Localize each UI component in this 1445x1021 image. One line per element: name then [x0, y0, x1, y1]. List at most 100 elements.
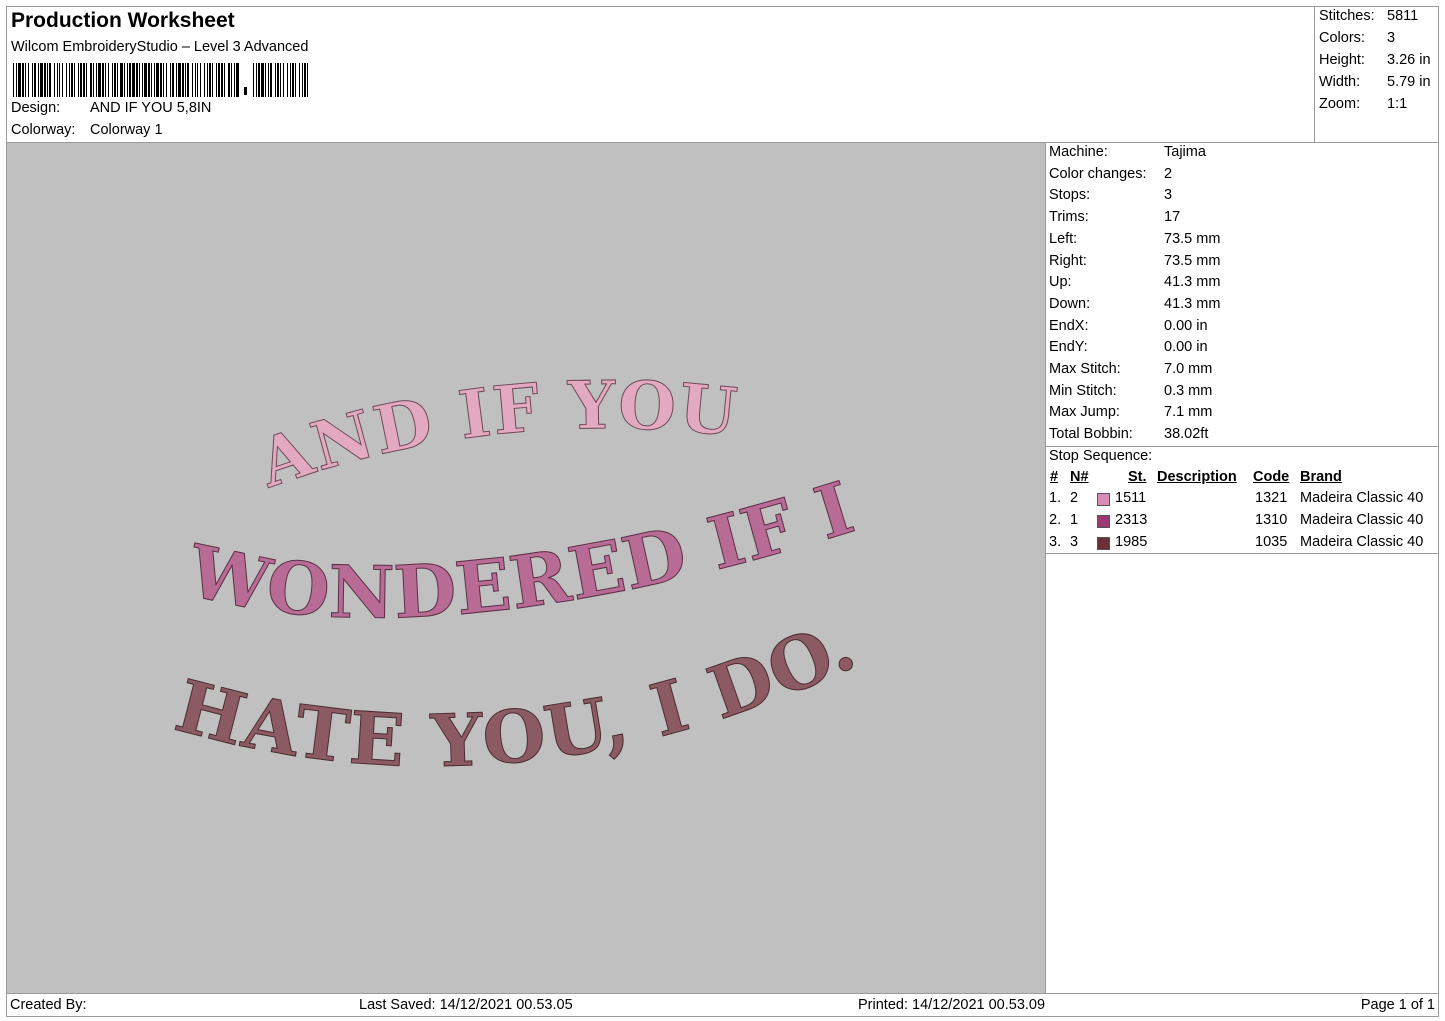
- machine-info-value: 38.02ft: [1164, 426, 1209, 443]
- machine-info-label: Stops:: [1049, 187, 1091, 204]
- stop-brand: Madeira Classic 40: [1300, 490, 1424, 506]
- machine-info-row: Up: 41.3 mm: [1049, 274, 1220, 290]
- design-value: AND IF YOU 5,8IN: [90, 100, 212, 116]
- column-header-description: Description: [1157, 469, 1237, 485]
- stop-row: 2. 1 2313 1310 Madeira Classic 40: [1046, 512, 1438, 534]
- stop-row: 1. 2 1511 1321 Madeira Classic 40: [1046, 490, 1438, 512]
- summary-label: Colors:: [1319, 30, 1365, 46]
- colorway-label: Colorway:: [11, 122, 76, 138]
- machine-info-value: 73.5 mm: [1164, 230, 1221, 247]
- stop-sequence-title: Stop Sequence:: [1049, 448, 1153, 464]
- machine-info-label: Right:: [1049, 252, 1087, 269]
- design-label: Design:: [11, 100, 61, 116]
- embroidery-line-1: AND IF YOU: [248, 366, 742, 503]
- machine-info-label: Left:: [1049, 230, 1078, 247]
- page-number: Page 1 of 1: [1360, 997, 1435, 1013]
- summary-row: Stitches: 5811: [1319, 8, 1418, 24]
- machine-info-row: Max Jump: 7.1 mm: [1049, 404, 1212, 420]
- stop-index: 1.: [1049, 490, 1062, 506]
- stop-stitches: 2313: [1115, 512, 1148, 528]
- stop-needle: 1: [1070, 512, 1079, 528]
- software-name: Wilcom EmbroideryStudio – Level 3 Advanc…: [11, 39, 309, 55]
- summary-panel: Stitches: 5811 Colors: 3 Height: 3.26 in Wi…: [1314, 6, 1439, 143]
- divider: [1046, 446, 1438, 447]
- printed-date: Printed: 14/12/2021 00.53.09: [858, 997, 1046, 1013]
- machine-info-value: 0.00 in: [1164, 317, 1208, 334]
- created-by: Created By:: [10, 997, 87, 1013]
- summary-row: Colors: 3: [1319, 30, 1395, 46]
- machine-info-label: Color changes:: [1049, 165, 1147, 182]
- summary-label: Width:: [1319, 74, 1361, 90]
- summary-label: Zoom:: [1319, 96, 1361, 112]
- machine-info-row: Machine: Tajima: [1049, 144, 1206, 160]
- machine-info-label: EndY:: [1049, 339, 1088, 356]
- page-title: Production Worksheet: [11, 9, 235, 32]
- design-preview: AND IF YOU WONDERED IF I HATE YOU, I DO.: [6, 142, 1046, 994]
- thread-color-swatch: [1097, 515, 1110, 528]
- stop-code: 1321: [1255, 490, 1288, 506]
- embroidery-artwork: AND IF YOU WONDERED IF I HATE YOU, I DO.: [167, 365, 869, 784]
- embroidery-text: AND IF YOU: [248, 365, 741, 503]
- machine-info-label: Down:: [1049, 295, 1091, 312]
- machine-info-row: Trims: 17: [1049, 209, 1180, 225]
- machine-info-row: Down: 41.3 mm: [1049, 296, 1220, 312]
- machine-info-value: 2: [1164, 165, 1173, 182]
- stop-stitches: 1985: [1115, 534, 1148, 550]
- machine-info-value: 0.3 mm: [1164, 382, 1213, 399]
- stop-index: 2.: [1049, 512, 1062, 528]
- machine-info-row: Min Stitch: 0.3 mm: [1049, 383, 1212, 399]
- summary-row: Width: 5.79 in: [1319, 74, 1431, 90]
- thread-color-swatch: [1097, 493, 1110, 506]
- column-header-stitches: St.: [1128, 469, 1147, 485]
- summary-value: 3: [1387, 30, 1396, 46]
- machine-info-row: Color changes: 2: [1049, 166, 1172, 182]
- summary-row: Height: 3.26 in: [1319, 52, 1431, 68]
- divider: [1046, 553, 1438, 554]
- machine-info-value: 41.3 mm: [1164, 274, 1221, 291]
- summary-value: 3.26 in: [1387, 52, 1431, 68]
- barcode-image: [13, 63, 308, 97]
- machine-info-row: EndY: 0.00 in: [1049, 339, 1208, 355]
- machine-info-label: Min Stitch:: [1049, 382, 1117, 399]
- column-header-brand: Brand: [1300, 469, 1342, 485]
- thread-color-swatch: [1097, 537, 1110, 550]
- design-row: Design: AND IF YOU 5,8IN: [11, 100, 211, 116]
- summary-label: Height:: [1319, 52, 1365, 68]
- worksheet-footer: Created By: Last Saved: 14/12/2021 00.53…: [6, 993, 1439, 1017]
- summary-value: 5.79 in: [1387, 74, 1431, 90]
- machine-info-row: Max Stitch: 7.0 mm: [1049, 361, 1212, 377]
- machine-info-value: 73.5 mm: [1164, 252, 1221, 269]
- summary-label: Stitches:: [1319, 8, 1375, 24]
- summary-row: Zoom: 1:1: [1319, 96, 1407, 112]
- machine-info-value: Tajima: [1164, 144, 1206, 160]
- machine-info-value: 3: [1164, 187, 1173, 204]
- column-header-needle: N#: [1070, 469, 1089, 485]
- machine-info-row: Stops: 3: [1049, 187, 1172, 203]
- machine-info-label: Max Jump:: [1049, 404, 1120, 421]
- machine-info-value: 41.3 mm: [1164, 295, 1221, 312]
- machine-info-value: 7.1 mm: [1164, 404, 1213, 421]
- machine-info-value: 0.00 in: [1164, 339, 1208, 356]
- machine-info-label: Max Stitch:: [1049, 361, 1121, 377]
- stop-stitches: 1511: [1115, 490, 1147, 506]
- machine-info-value: 17: [1164, 209, 1181, 226]
- last-saved: Last Saved: 14/12/2021 00.53.05: [359, 997, 573, 1013]
- stop-needle: 3: [1070, 534, 1079, 550]
- machine-info-row: Right: 73.5 mm: [1049, 253, 1220, 269]
- column-header-index: #: [1050, 469, 1059, 485]
- stop-index: 3.: [1049, 534, 1062, 550]
- stop-brand: Madeira Classic 40: [1300, 512, 1424, 528]
- machine-info-label: Machine:: [1049, 144, 1108, 160]
- summary-value: 1:1: [1387, 96, 1408, 112]
- colorway-row: Colorway: Colorway 1: [11, 122, 163, 138]
- machine-info-row: Left: 73.5 mm: [1049, 231, 1220, 247]
- stop-needle: 2: [1070, 490, 1079, 506]
- machine-info-row: EndX: 0.00 in: [1049, 318, 1208, 334]
- embroidery-text: HATE YOU, I DO.: [167, 601, 867, 784]
- machine-info-label: Trims:: [1049, 209, 1089, 226]
- machine-info-row: Total Bobbin: 38.02ft: [1049, 426, 1208, 442]
- machine-info-label: EndX:: [1049, 317, 1089, 334]
- stop-code: 1310: [1255, 512, 1288, 528]
- embroidery-line-3: HATE YOU, I DO.: [168, 601, 869, 783]
- machine-info-label: Total Bobbin:: [1049, 426, 1133, 443]
